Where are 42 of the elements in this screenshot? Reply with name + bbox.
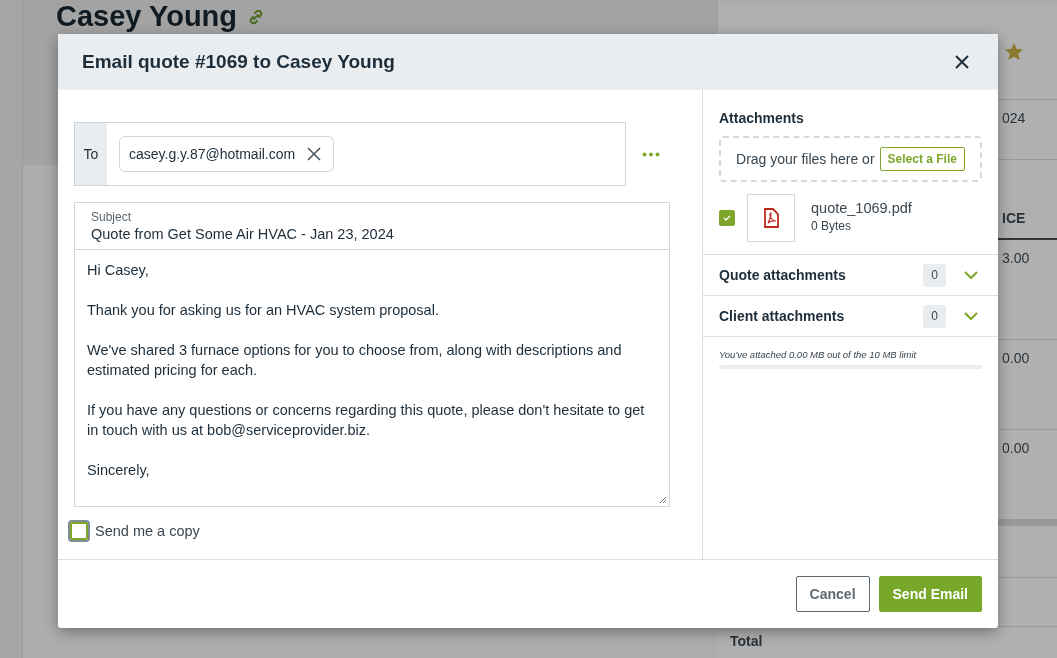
copy-checkbox[interactable]	[70, 522, 88, 540]
file-size: 0 Bytes	[811, 219, 853, 233]
section-label: Quote attachments	[719, 267, 847, 283]
total-label: Total	[730, 633, 763, 649]
subject-value: Quote from Get Some Air HVAC - Jan 23, 2024	[91, 226, 395, 242]
table-cell: 3.00	[1002, 250, 1030, 266]
to-field[interactable]: To casey.g.y.87@hotmail.com	[74, 122, 626, 186]
count-badge: 0	[923, 304, 946, 328]
to-label: To	[75, 123, 107, 185]
file-name: quote_1069.pdf	[811, 200, 912, 216]
subject-field[interactable]: Subject Quote from Get Some Air HVAC - Jan 23, 2024	[75, 203, 669, 250]
message-paragraph: Hi Casey,	[87, 261, 150, 280]
remove-icon[interactable]	[307, 147, 322, 161]
message-paragraph: If you have any questions or concerns regarding this quote, please don't hesitate to get in touch with us at bob@serviceprovider.biz.	[87, 401, 645, 440]
pdf-icon	[763, 208, 779, 228]
table-cell: ICE	[1002, 210, 1026, 226]
dialog-title: Email quote #1069 to Casey Young	[82, 51, 395, 73]
check-icon	[722, 213, 732, 223]
section-label: Client attachments	[719, 308, 846, 324]
copy-label: Send me a copy	[95, 523, 200, 539]
attachment-section[interactable]: Quote attachments 0	[703, 255, 998, 296]
table-cell: 024	[1002, 110, 1026, 126]
cancel-button[interactable]: Cancel	[795, 576, 870, 612]
message-paragraph: We've shared 3 furnace options for you to choose from, along with descriptions and estimated pricing for each.	[87, 341, 623, 380]
attachments-title: Attachments	[719, 110, 805, 126]
message-paragraph: Sincerely,	[87, 461, 151, 480]
resize-handle-icon[interactable]	[659, 496, 667, 504]
attachment-section[interactable]: Client attachments 0	[703, 296, 998, 337]
file-checkbox[interactable]	[719, 210, 735, 226]
page-title: Casey Young	[56, 0, 238, 33]
table-cell: 0.00	[1002, 350, 1030, 366]
more-icon[interactable]	[642, 151, 660, 157]
star-icon	[1004, 42, 1024, 62]
recipient-email: casey.g.y.87@hotmail.com	[129, 146, 296, 162]
subject-label: Subject	[91, 210, 133, 224]
count-badge: 0	[923, 263, 946, 287]
drop-text: Drag your files here or	[736, 151, 875, 167]
drop-zone[interactable]: Drag your files here or Select a File	[719, 136, 982, 182]
table-cell: 0.00	[1002, 440, 1030, 456]
close-icon	[954, 54, 970, 70]
message-paragraph: Thank you for asking us for an HVAC system proposal.	[87, 301, 440, 320]
limit-text: You've attached 0.00 MB out of the 10 MB limit	[719, 349, 918, 360]
